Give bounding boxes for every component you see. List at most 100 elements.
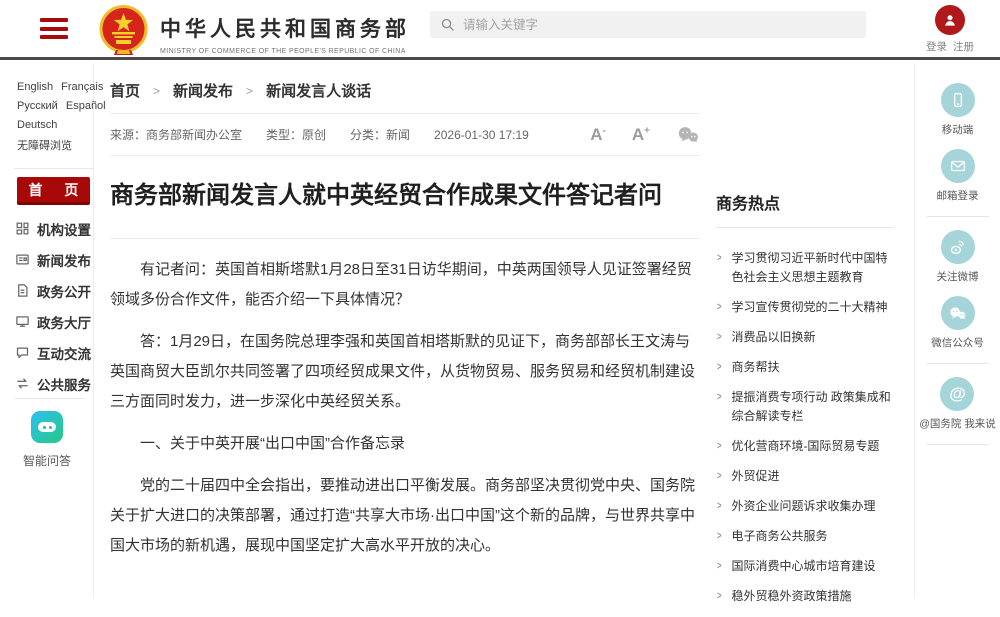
wechat-icon <box>941 296 975 330</box>
breadcrumb-news[interactable]: 新闻发布 <box>173 80 233 101</box>
wechat-share-icon[interactable] <box>676 125 700 145</box>
rail-item-label: 微信公众号 <box>931 335 984 350</box>
chevron-right-icon: > <box>717 388 722 426</box>
mail-icon <box>941 149 975 183</box>
breadcrumb-home[interactable]: 首页 <box>110 80 140 101</box>
hot-topic-link[interactable]: >外资企业问题诉求收集办理 <box>716 497 894 516</box>
sidebar-item-gov-info[interactable]: 政务公开 <box>0 275 94 306</box>
hot-topic-link[interactable]: >学习宣传贯彻党的二十大精神 <box>716 298 894 317</box>
sidebar-item-label: 机构设置 <box>37 219 91 239</box>
person-icon <box>941 11 959 29</box>
monitor-icon <box>15 314 30 329</box>
divider <box>927 216 989 217</box>
article-title: 商务部新闻发言人就中英经贸合作成果文件答记者问 <box>110 177 700 215</box>
rail-item-at-state-council[interactable]: @ @国务院 我来说 <box>919 377 996 431</box>
sidebar-item-interaction[interactable]: 互动交流 <box>0 337 94 368</box>
mobile-icon <box>941 83 975 117</box>
meta-category: 分类：新闻 <box>350 126 410 143</box>
main-content: 首页 > 新闻发布 > 新闻发言人谈话 来源：商务部新闻办公室 类型：原创 分类… <box>110 63 700 561</box>
font-decrease-button[interactable]: A- <box>590 126 606 143</box>
hot-topic-link[interactable]: >优化营商环境-国际贸易专题 <box>716 437 894 456</box>
hot-topic-link[interactable]: >提振消费专项行动 政策集成和综合解读专栏 <box>716 388 894 426</box>
breadcrumb-current[interactable]: 新闻发言人谈话 <box>266 80 371 101</box>
robot-chat-icon <box>31 411 63 443</box>
rail-item-mail[interactable]: 邮箱登录 <box>937 149 979 203</box>
rail-item-wechat[interactable]: 微信公众号 <box>931 296 984 350</box>
article-body: 有记者问：英国首相斯塔默1月28日至31日访华期间，中英两国领导人见证签署经贸领… <box>110 255 700 561</box>
smart-qa-widget[interactable]: 智能问答 <box>0 411 94 469</box>
chevron-right-icon: > <box>717 467 722 486</box>
search-input[interactable] <box>463 18 856 32</box>
meta-datetime: 2026-01-30 17:19 <box>434 128 529 142</box>
divider <box>716 227 894 228</box>
left-sidebar: English Français Русский Español Deutsch… <box>0 63 94 598</box>
font-increase-button[interactable]: A+ <box>632 126 650 143</box>
search-icon <box>440 17 455 32</box>
language-line[interactable]: Deutsch <box>17 116 93 135</box>
sidebar-home-button[interactable]: 首 页 <box>17 177 90 205</box>
rail-item-label: 关注微博 <box>937 269 979 284</box>
national-emblem-logo <box>99 5 148 56</box>
meta-type: 类型：原创 <box>266 126 326 143</box>
sidebar-item-label: 公共服务 <box>37 374 91 394</box>
accessibility-link[interactable]: 无障碍浏览 <box>0 135 93 153</box>
hot-topic-link[interactable]: >学习贯彻习近平新时代中国特色社会主义思想主题教育 <box>716 249 894 287</box>
chevron-right-icon: > <box>717 497 722 516</box>
hot-topic-link[interactable]: >外贸促进 <box>716 467 894 486</box>
hamburger-menu-icon[interactable] <box>40 18 68 39</box>
right-rail: 移动端 邮箱登录 关注微博 微信公众号 @ @国务院 我来说 <box>914 63 1000 598</box>
language-links: English Français Русский Español Deutsch <box>0 63 93 135</box>
search-box[interactable] <box>430 11 866 38</box>
chevron-right-icon: > <box>717 328 722 347</box>
chevron-right-icon: > <box>717 587 722 606</box>
user-avatar[interactable] <box>935 5 965 35</box>
breadcrumb: 首页 > 新闻发布 > 新闻发言人谈话 <box>110 63 700 101</box>
sidebar-item-news[interactable]: 新闻发布 <box>0 244 94 275</box>
sidebar-item-label: 政务大厅 <box>37 312 91 332</box>
article-paragraph: 有记者问：英国首相斯塔默1月28日至31日访华期间，中英两国领导人见证签署经贸领… <box>110 255 700 315</box>
hot-topic-link[interactable]: >国际消费中心城市培育建设 <box>716 557 894 576</box>
hot-topic-link[interactable]: >电子商务公共服务 <box>716 527 894 546</box>
hot-topics-panel: 商务热点 >学习贯彻习近平新时代中国特色社会主义思想主题教育 >学习宣传贯彻党的… <box>716 190 894 617</box>
chat-bubble-icon <box>15 345 30 360</box>
register-link[interactable]: 注册 <box>953 41 974 53</box>
hot-topic-link[interactable]: >消费品以旧换新 <box>716 328 894 347</box>
divider <box>927 444 989 445</box>
sidebar-item-label: 互动交流 <box>37 343 91 363</box>
document-icon <box>15 283 30 298</box>
site-title-cn: 中华人民共和国商务部 <box>160 13 410 43</box>
rail-item-label: 移动端 <box>941 122 975 137</box>
article-paragraph: 答：1月29日，在国务院总理李强和英国首相塔斯默的见证下，商务部部长王文涛与英国… <box>110 327 700 417</box>
hot-topic-link[interactable]: >稳外贸稳外资政策措施 <box>716 587 894 606</box>
divider <box>14 398 84 399</box>
divider <box>927 363 989 364</box>
chevron-right-icon: > <box>717 557 722 576</box>
sidebar-item-service-hall[interactable]: 政务大厅 <box>0 306 94 337</box>
language-line[interactable]: English Français <box>17 78 93 97</box>
login-link[interactable]: 登录 <box>926 41 947 53</box>
sidebar-menu: 机构设置 新闻发布 政务公开 政务大厅 互动交流 公共服务 <box>0 213 94 399</box>
sidebar-item-label: 政务公开 <box>37 281 91 301</box>
hot-topic-link[interactable]: >商务帮扶 <box>716 358 894 377</box>
site-title-en: MINISTRY OF COMMERCE OF THE PEOPLE'S REP… <box>160 48 410 55</box>
sidebar-item-orgs[interactable]: 机构设置 <box>0 213 94 244</box>
article-meta: 来源：商务部新闻办公室 类型：原创 分类：新闻 2026-01-30 17:19… <box>110 114 700 155</box>
breadcrumb-separator: > <box>246 84 253 98</box>
rail-item-weibo[interactable]: 关注微博 <box>937 230 979 284</box>
exchange-arrows-icon <box>15 376 30 391</box>
newspaper-icon <box>15 252 30 267</box>
weibo-icon <box>941 230 975 264</box>
divider <box>14 168 93 169</box>
chevron-right-icon: > <box>717 437 722 456</box>
user-area: 登录注册 <box>926 5 974 54</box>
site-title-block: 中华人民共和国商务部 MINISTRY OF COMMERCE OF THE P… <box>160 13 410 55</box>
rail-item-mobile[interactable]: 移动端 <box>941 83 975 137</box>
language-line[interactable]: Русский Español <box>17 97 93 116</box>
sidebar-item-public-service[interactable]: 公共服务 <box>0 368 94 399</box>
rail-item-label: @国务院 我来说 <box>919 416 996 431</box>
chevron-right-icon: > <box>717 527 722 546</box>
divider <box>110 238 700 239</box>
at-icon: @ <box>940 377 974 411</box>
chevron-right-icon: > <box>717 358 722 377</box>
meta-source: 来源：商务部新闻办公室 <box>110 126 242 143</box>
